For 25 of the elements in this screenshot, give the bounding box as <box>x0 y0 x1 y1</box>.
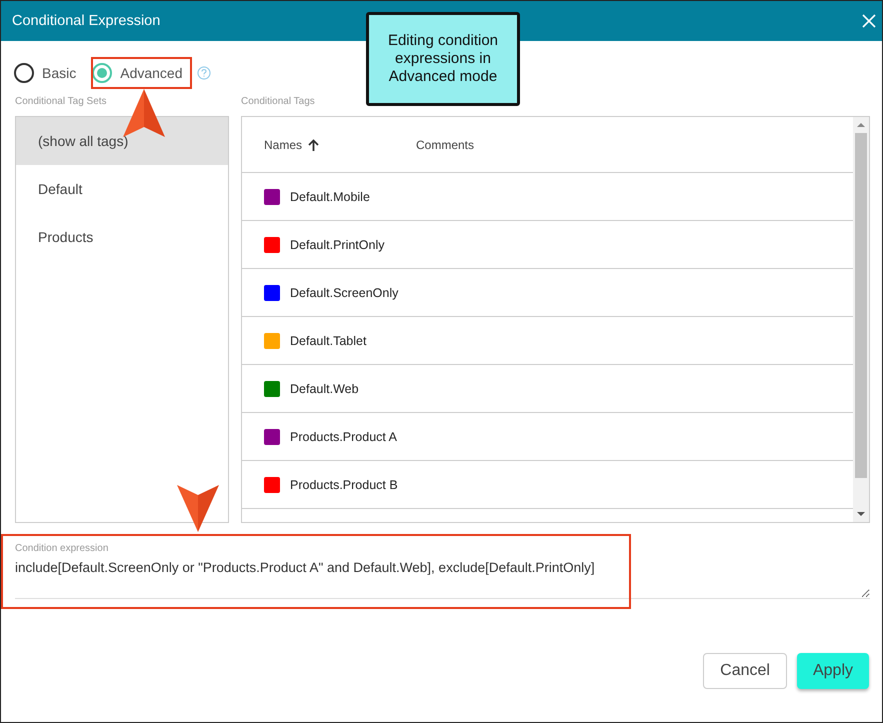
column-header[interactable]: Comments <box>416 138 474 152</box>
tag-name[interactable]: Default.Tablet <box>290 334 366 348</box>
pointer-arrow <box>123 89 165 137</box>
mode-radio[interactable]: Basic <box>14 63 76 83</box>
tag-name[interactable]: Default.PrintOnly <box>290 238 384 252</box>
field-label: Condition expression <box>15 542 110 554</box>
tag-name[interactable]: Products.Product A <box>290 430 398 444</box>
help-icon[interactable] <box>196 66 211 80</box>
section-label: Conditional Tags <box>241 96 316 109</box>
callout-note: Editing condition expressions in Advanced mode <box>366 12 520 106</box>
tag-name[interactable]: Default.Web <box>290 382 359 396</box>
tag-name[interactable]: Products.Product B <box>290 478 398 492</box>
tag-set-item[interactable]: (show all tags) <box>16 117 228 165</box>
scrollbar[interactable] <box>853 117 869 522</box>
close-icon[interactable] <box>862 14 876 28</box>
mode-radio[interactable]: Advanced <box>92 63 183 83</box>
window-title: Conditional Expression <box>12 13 160 29</box>
tag-name[interactable]: Default.Mobile <box>290 190 370 204</box>
pointer-arrow <box>177 485 219 532</box>
apply-button[interactable]: Apply <box>796 653 869 689</box>
section-label: Conditional Tag Sets <box>15 96 108 109</box>
tag-name[interactable]: Default.ScreenOnly <box>290 286 398 300</box>
column-header[interactable]: Names <box>264 138 416 152</box>
sort-up-icon <box>308 138 320 150</box>
cancel-button[interactable]: Cancel <box>703 653 787 689</box>
